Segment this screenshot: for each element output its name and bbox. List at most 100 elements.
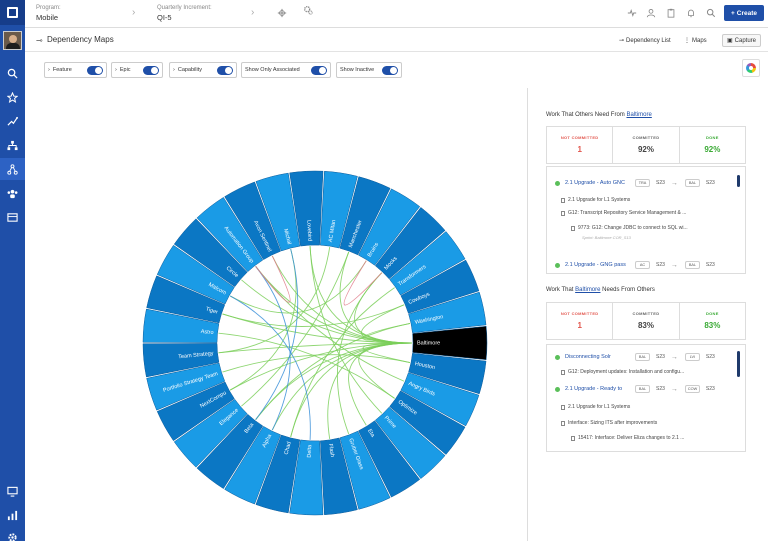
doc-icon bbox=[561, 197, 565, 203]
item-link[interactable]: 2.1 Upgrade - GNG pass bbox=[565, 262, 632, 268]
feature-toggle[interactable] bbox=[87, 65, 103, 75]
arrow-right-icon: → bbox=[670, 261, 678, 269]
doc-icon bbox=[571, 435, 575, 441]
show-only-associated-toggle[interactable] bbox=[311, 65, 327, 75]
sprint-text: S23 bbox=[705, 262, 715, 268]
sidebar-monitor-icon[interactable] bbox=[0, 480, 25, 502]
clipboard-icon[interactable] bbox=[664, 6, 678, 20]
gear-icon[interactable] bbox=[301, 3, 315, 17]
stat-label: NOT COMMITTED bbox=[560, 135, 599, 140]
team-link[interactable]: Baltimore bbox=[626, 112, 651, 118]
child-item[interactable]: G12: Transcript Repository Service Manag… bbox=[561, 210, 686, 216]
app-root: Program: Mobile › Quarterly Increment: Q… bbox=[0, 0, 768, 541]
child-item[interactable]: 2.1 Upgrade for L1 Systems bbox=[561, 197, 630, 203]
user-icon[interactable] bbox=[644, 6, 658, 20]
sidebar-hierarchy-icon[interactable] bbox=[0, 134, 25, 156]
list-item[interactable]: Disconnecting Solr BAL S23 → LVI S23 bbox=[555, 353, 733, 361]
status-dot bbox=[555, 386, 560, 392]
team-chip: BAL bbox=[635, 353, 650, 361]
child-item[interactable]: 9773: G12: Change JDBC to connect to SQL… bbox=[571, 225, 688, 231]
child-item[interactable]: Interface: Sizing ITS after improvements bbox=[561, 420, 657, 426]
list-item[interactable]: 2.1 Upgrade - Auto GNC TRA S23 → BAL S23 bbox=[555, 179, 733, 187]
bell-icon[interactable] bbox=[684, 6, 698, 20]
show-inactive-toggle[interactable] bbox=[382, 65, 398, 75]
arrow-right-icon: → bbox=[670, 179, 678, 187]
not-committed-stat: NOT COMMITTED 1 bbox=[547, 127, 614, 163]
stat-value: 83% bbox=[637, 321, 654, 330]
list-scrollbar[interactable] bbox=[737, 175, 740, 187]
chord-links bbox=[218, 246, 413, 440]
sidebar-search-icon[interactable] bbox=[0, 62, 25, 84]
filter-label: Feature bbox=[52, 67, 72, 73]
list-link-icon: ⊸ bbox=[619, 38, 625, 44]
sidebar-reports-icon[interactable] bbox=[0, 504, 25, 526]
child-item[interactable]: 15417: Interface: Deliver Eliza changes … bbox=[571, 435, 684, 441]
sidebar-star-icon[interactable] bbox=[0, 86, 25, 108]
chevron-right-icon: › bbox=[251, 7, 255, 18]
page-title: Dependency Maps bbox=[47, 35, 114, 44]
stat-value: 92% bbox=[637, 145, 654, 154]
child-title: 2.1 Upgrade for L1 Systems bbox=[568, 197, 631, 203]
sidebar-dependency-icon[interactable] bbox=[0, 158, 25, 180]
move-icon[interactable] bbox=[275, 6, 289, 20]
team-chip: AC bbox=[635, 261, 650, 269]
details-panel: Work That Others Need From Baltimore NOT… bbox=[527, 88, 768, 541]
item-link[interactable]: 2.1 Upgrade - Ready to bbox=[565, 386, 632, 392]
sidebar-strategy-icon[interactable] bbox=[0, 110, 25, 132]
list-item[interactable]: 2.1 Upgrade - Ready to BAL S23 → COW S23 bbox=[555, 385, 733, 393]
app-logo[interactable] bbox=[0, 0, 25, 25]
filter-epic[interactable]: › Epic bbox=[111, 62, 163, 78]
list-item[interactable]: 2.1 Upgrade - GNG pass AC S23 → BAL S23 bbox=[555, 261, 733, 269]
filter-label: Show Only Associated bbox=[245, 67, 300, 73]
team-chip: BAL bbox=[684, 261, 700, 269]
child-item[interactable]: G12: Deployment updates: Installation an… bbox=[561, 369, 684, 375]
filter-show-inactive[interactable]: Show Inactive bbox=[336, 62, 402, 78]
item-link[interactable]: Disconnecting Solr bbox=[565, 354, 632, 360]
sidebar-board-icon[interactable] bbox=[0, 206, 25, 228]
filter-label: Epic bbox=[119, 67, 131, 73]
chord-link bbox=[222, 313, 413, 344]
map-icon: ⋮ bbox=[684, 38, 690, 44]
color-palette-button[interactable] bbox=[742, 59, 760, 77]
search-icon[interactable] bbox=[704, 6, 718, 20]
chord-link bbox=[229, 342, 413, 391]
sprint-note: Sprint: Baltimore COR_S13 bbox=[582, 235, 631, 240]
sidebar-team-icon[interactable] bbox=[0, 182, 25, 204]
stat-value: 1 bbox=[577, 321, 582, 330]
logo-mark-icon bbox=[7, 7, 18, 18]
capture-button[interactable]: ▣ Capture bbox=[722, 34, 762, 47]
activity-icon[interactable] bbox=[625, 6, 639, 20]
program-selector[interactable]: Mobile bbox=[36, 13, 58, 22]
dependency-list-button[interactable]: ⊸ Dependency List bbox=[615, 34, 675, 47]
filter-show-only-associated[interactable]: Show Only Associated bbox=[241, 62, 331, 78]
capability-toggle[interactable] bbox=[217, 65, 233, 75]
section-needs-from-others-list: Disconnecting Solr BAL S23 → LVI S23 G12… bbox=[546, 344, 746, 452]
sprint-text: S23 bbox=[656, 354, 665, 360]
child-item[interactable]: 2.1 Upgrade for L1 Systems bbox=[561, 404, 630, 410]
user-avatar[interactable] bbox=[3, 31, 22, 50]
committed-stat: COMMITTED 92% bbox=[613, 127, 680, 163]
sprint-text: S23 bbox=[656, 262, 665, 268]
sidebar bbox=[0, 0, 25, 541]
pi-selector[interactable]: QI-5 bbox=[157, 13, 172, 22]
epic-toggle[interactable] bbox=[143, 65, 159, 75]
team-chip: BAL bbox=[684, 179, 700, 187]
item-link[interactable]: 2.1 Upgrade - Auto GNC bbox=[565, 180, 632, 186]
done-stat: DONE 92% bbox=[680, 127, 745, 163]
child-title: 2.1 Upgrade for L1 Systems bbox=[568, 404, 631, 410]
section-others-need-list: 2.1 Upgrade - Auto GNC TRA S23 → BAL S23… bbox=[546, 166, 746, 274]
page-header: ⊸ Dependency Maps ⊸ Dependency List ⋮ Ma… bbox=[25, 28, 768, 52]
stat-label: COMMITTED bbox=[632, 311, 660, 316]
team-link[interactable]: Baltimore bbox=[575, 287, 600, 293]
maps-button[interactable]: ⋮ Maps bbox=[680, 34, 711, 47]
dependency-chord-chart: BaltimoreHoustonAngry BirdsOptimizePrime… bbox=[142, 170, 488, 516]
capture-label: Capture bbox=[734, 37, 757, 44]
filter-capability[interactable]: › Capability bbox=[169, 62, 237, 78]
doc-icon bbox=[561, 404, 565, 410]
create-button-label: Create bbox=[736, 9, 758, 17]
sidebar-settings-icon[interactable] bbox=[0, 526, 25, 541]
stat-label: DONE bbox=[705, 135, 719, 140]
list-scrollbar[interactable] bbox=[737, 351, 740, 377]
create-button[interactable]: + Create bbox=[724, 5, 764, 21]
filter-feature[interactable]: › Feature bbox=[44, 62, 107, 78]
